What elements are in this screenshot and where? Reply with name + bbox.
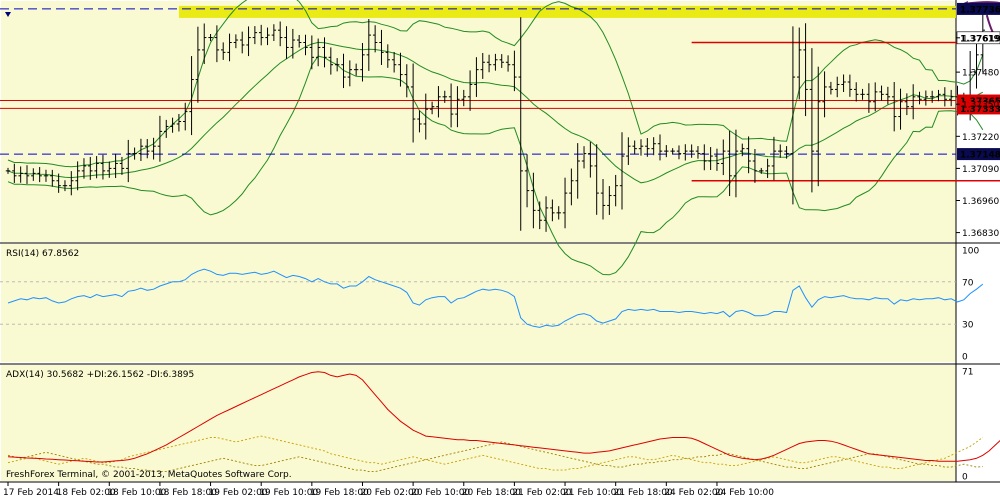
copyright-text: FreshForex Terminal, © 2001-2013, MetaQu… [6, 470, 292, 480]
adx-level-label: 71 [962, 368, 973, 378]
rsi-level-label: 30 [962, 321, 974, 331]
chart-root: 1.377361.376191.373651.373331.371481.376… [0, 0, 1000, 498]
rsi-level-label: 70 [962, 278, 974, 288]
rsi-level-label: 100 [962, 247, 979, 257]
rsi-level-label: 0 [962, 353, 968, 363]
price-tick-label: 1.36830 [962, 229, 999, 239]
rsi-panel-bg [1, 244, 956, 362]
price-axis-labels: 1.377361.376191.373651.373331.371481.376… [956, 2, 1000, 239]
price-tick-label: 1.37350 [962, 101, 999, 111]
level-label: 1.37148 [960, 151, 1000, 161]
adx-panel-bg [1, 365, 956, 481]
price-tick-label: 1.37090 [962, 165, 999, 175]
price-panel-bg [1, 1, 956, 242]
price-tick-label: 1.37220 [962, 133, 999, 143]
price-highlights [178, 5, 956, 18]
price-tick-label: 1.37480 [962, 69, 999, 79]
adx-level-label: 0 [962, 473, 968, 483]
adx-label: ADX(14) 30.5682 +DI:26.1562 -DI:6.3895 [6, 370, 194, 380]
time-axis: 17 Feb 201418 Feb 02:0018 Feb 10:0018 Fe… [3, 482, 774, 498]
price-tick-label: 1.36960 [962, 197, 999, 207]
time-tick-label: 17 Feb 2014 [3, 488, 59, 498]
resistance-highlight-band [178, 5, 956, 18]
rsi-label: RSI(14) 67.8562 [6, 249, 79, 259]
level-label: 1.37736 [960, 5, 1000, 15]
time-tick-label: 24 Feb 10:00 [715, 488, 774, 498]
price-tick-label: 1.37619 [962, 34, 999, 44]
